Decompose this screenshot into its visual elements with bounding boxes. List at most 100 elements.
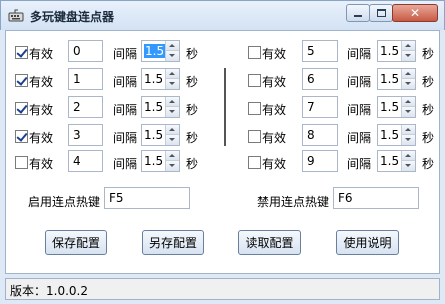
interval-spinbox-1[interactable]: 1.5 bbox=[141, 68, 180, 90]
spin-buttons bbox=[401, 41, 415, 61]
key-field-9[interactable]: 9 bbox=[302, 150, 338, 172]
interval-value[interactable]: 1.5 bbox=[144, 72, 163, 86]
interval-spinbox-3[interactable]: 1.5 bbox=[141, 124, 180, 146]
valid-label: 有效 bbox=[29, 157, 54, 171]
spin-down-button[interactable] bbox=[402, 51, 415, 61]
interval-value[interactable]: 1.5 bbox=[380, 128, 399, 142]
spin-buttons bbox=[401, 151, 415, 171]
spin-down-button[interactable] bbox=[166, 107, 179, 117]
window-title: 多玩键盘连点器 bbox=[30, 10, 115, 24]
interval-spinbox-2[interactable]: 1.5 bbox=[141, 96, 180, 118]
spin-buttons bbox=[165, 97, 179, 117]
valid-checkbox-4[interactable] bbox=[15, 156, 28, 169]
seconds-unit-label: 秒 bbox=[186, 75, 199, 89]
close-button[interactable]: ✕ bbox=[392, 4, 438, 22]
valid-label: 有效 bbox=[29, 103, 54, 117]
valid-checkbox-3[interactable] bbox=[15, 130, 28, 143]
seconds-unit-label: 秒 bbox=[422, 75, 435, 89]
help-button[interactable]: 使用说明 bbox=[336, 230, 399, 255]
interval-label: 间隔 bbox=[347, 75, 372, 89]
interval-value[interactable]: 1.5 bbox=[380, 154, 399, 168]
version-text: 版本：1.0.0.2 bbox=[10, 284, 88, 298]
interval-spinbox-5[interactable]: 1.5 bbox=[377, 40, 416, 62]
valid-checkbox-9[interactable] bbox=[248, 156, 261, 169]
spin-down-button[interactable] bbox=[166, 51, 179, 61]
interval-value[interactable]: 1.5 bbox=[144, 100, 163, 114]
arrow-down-icon bbox=[405, 54, 411, 57]
save-as-config-button[interactable]: 另存配置 bbox=[142, 230, 204, 255]
maximize-button[interactable] bbox=[369, 4, 393, 22]
interval-spinbox-4[interactable]: 1.5 bbox=[141, 150, 180, 172]
spin-up-button[interactable] bbox=[166, 41, 179, 51]
spin-down-button[interactable] bbox=[166, 79, 179, 89]
interval-value[interactable]: 1.5 bbox=[380, 44, 399, 58]
spin-up-button[interactable] bbox=[166, 151, 179, 161]
valid-checkbox-0[interactable] bbox=[15, 46, 28, 59]
valid-checkbox-6[interactable] bbox=[248, 74, 261, 87]
save-config-button[interactable]: 保存配置 bbox=[45, 230, 107, 255]
key-field-3[interactable]: 3 bbox=[68, 124, 103, 146]
interval-value[interactable]: 1.5 bbox=[144, 128, 163, 142]
interval-label: 间隔 bbox=[347, 131, 372, 145]
enable-hotkey-field[interactable]: F5 bbox=[104, 187, 190, 209]
interval-spinbox-7[interactable]: 1.5 bbox=[377, 96, 416, 118]
minimize-button[interactable] bbox=[346, 4, 370, 22]
arrow-down-icon bbox=[405, 164, 411, 167]
seconds-unit-label: 秒 bbox=[422, 47, 435, 61]
interval-value[interactable]: 1.5 bbox=[380, 72, 399, 86]
key-field-8[interactable]: 8 bbox=[302, 124, 338, 146]
valid-checkbox-7[interactable] bbox=[248, 102, 261, 115]
interval-spinbox-0[interactable]: 1.5 bbox=[141, 40, 180, 62]
interval-value[interactable]: 1.5 bbox=[144, 154, 163, 168]
valid-checkbox-5[interactable] bbox=[248, 46, 261, 59]
interval-label: 间隔 bbox=[347, 157, 372, 171]
load-config-button[interactable]: 读取配置 bbox=[238, 230, 301, 255]
spin-down-button[interactable] bbox=[166, 161, 179, 171]
key-field-6[interactable]: 6 bbox=[302, 68, 338, 90]
key-field-5[interactable]: 5 bbox=[302, 40, 338, 62]
valid-checkbox-2[interactable] bbox=[15, 102, 28, 115]
valid-checkbox-1[interactable] bbox=[15, 74, 28, 87]
interval-value[interactable]: 1.5 bbox=[380, 100, 399, 114]
arrow-down-icon bbox=[169, 164, 175, 167]
title-bar: 多玩键盘连点器 ✕ bbox=[0, 0, 445, 30]
column-divider bbox=[224, 68, 226, 146]
key-field-7[interactable]: 7 bbox=[302, 96, 338, 118]
disable-hotkey-field[interactable]: F6 bbox=[333, 187, 419, 209]
spin-up-button[interactable] bbox=[402, 69, 415, 79]
valid-label: 有效 bbox=[262, 75, 287, 89]
valid-checkbox-8[interactable] bbox=[248, 130, 261, 143]
interval-spinbox-8[interactable]: 1.5 bbox=[377, 124, 416, 146]
arrow-down-icon bbox=[405, 82, 411, 85]
arrow-up-icon bbox=[169, 100, 175, 103]
arrow-down-icon bbox=[405, 138, 411, 141]
interval-value[interactable]: 1.5 bbox=[144, 44, 166, 58]
interval-label: 间隔 bbox=[113, 131, 138, 145]
interval-label: 间隔 bbox=[347, 103, 372, 117]
arrow-down-icon bbox=[169, 138, 175, 141]
arrow-up-icon bbox=[169, 72, 175, 75]
spin-up-button[interactable] bbox=[402, 125, 415, 135]
spin-up-button[interactable] bbox=[402, 151, 415, 161]
status-bar: 版本：1.0.0.2 bbox=[5, 278, 440, 300]
spin-down-button[interactable] bbox=[402, 79, 415, 89]
seconds-unit-label: 秒 bbox=[186, 47, 199, 61]
spin-up-button[interactable] bbox=[166, 97, 179, 107]
spin-down-button[interactable] bbox=[166, 135, 179, 145]
key-field-2[interactable]: 2 bbox=[68, 96, 103, 118]
spin-up-button[interactable] bbox=[166, 69, 179, 79]
spin-down-button[interactable] bbox=[402, 107, 415, 117]
spin-down-button[interactable] bbox=[402, 161, 415, 171]
spin-up-button[interactable] bbox=[402, 41, 415, 51]
spin-up-button[interactable] bbox=[166, 125, 179, 135]
interval-spinbox-6[interactable]: 1.5 bbox=[377, 68, 416, 90]
key-field-0[interactable]: 0 bbox=[68, 40, 103, 62]
interval-spinbox-9[interactable]: 1.5 bbox=[377, 150, 416, 172]
key-field-4[interactable]: 4 bbox=[68, 150, 103, 172]
key-field-1[interactable]: 1 bbox=[68, 68, 103, 90]
valid-label: 有效 bbox=[29, 75, 54, 89]
spin-up-button[interactable] bbox=[402, 97, 415, 107]
interval-label: 间隔 bbox=[113, 157, 138, 171]
spin-down-button[interactable] bbox=[402, 135, 415, 145]
arrow-up-icon bbox=[405, 128, 411, 131]
